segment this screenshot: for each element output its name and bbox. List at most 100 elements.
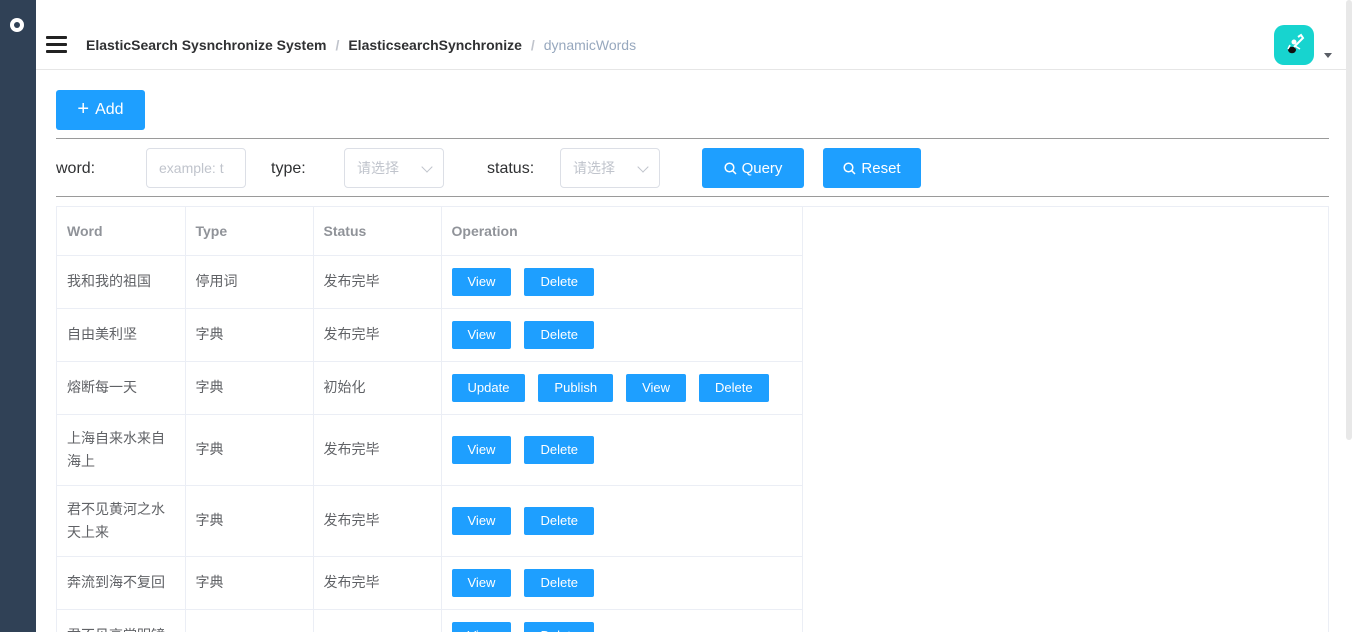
search-icon (724, 161, 737, 175)
operation-buttons: View Delete (451, 568, 792, 597)
table-row: 奔流到海不复回 字典 发布完毕 View Delete (57, 556, 803, 610)
plus-icon: + (77, 98, 90, 120)
search-icon (843, 161, 856, 175)
cell-status (313, 609, 442, 632)
cell-type: 字典 (185, 485, 314, 557)
cell-status: 初始化 (313, 361, 442, 415)
operation-buttons: View Delete (451, 621, 792, 632)
cell-word: 君不见高堂明镜 (57, 609, 186, 632)
table-row: 熔断每一天 字典 初始化 Update Publish View Delete (57, 361, 803, 415)
avatar[interactable] (1274, 25, 1314, 65)
type-label: type: (271, 160, 306, 177)
cell-operation: View Delete (441, 308, 803, 362)
table-row: 我和我的祖国 停用词 发布完毕 View Delete (57, 255, 803, 309)
view-button[interactable]: View (451, 506, 512, 535)
delete-button[interactable]: Delete (524, 506, 595, 535)
cell-word: 我和我的祖国 (57, 255, 186, 309)
cell-operation: View Delete (441, 255, 803, 309)
operation-buttons: View Delete (451, 267, 792, 296)
breadcrumb: ElasticSearch Sysnchronize System / Elas… (86, 37, 636, 53)
column-header-status: Status (313, 207, 442, 256)
operation-buttons: View Delete (451, 435, 792, 464)
cell-status: 发布完毕 (313, 308, 442, 362)
hamburger-menu-icon[interactable] (46, 36, 67, 53)
status-select[interactable]: 请选择 (560, 148, 660, 188)
delete-button[interactable]: Delete (524, 267, 595, 296)
cell-type: 字典 (185, 308, 314, 362)
update-button[interactable]: Update (451, 373, 526, 402)
breadcrumb-item-synchronize[interactable]: ElasticsearchSynchronize (348, 37, 522, 53)
breadcrumb-item-system[interactable]: ElasticSearch Sysnchronize System (86, 37, 326, 53)
table-row: 自由美利坚 字典 发布完毕 View Delete (57, 308, 803, 362)
view-button[interactable]: View (626, 373, 687, 402)
view-button[interactable]: View (451, 435, 512, 464)
cell-type: 字典 (185, 361, 314, 415)
avatar-guitar-icon (1287, 33, 1305, 54)
column-header-word: Word (57, 207, 186, 256)
cell-word: 君不见黄河之水天上来 (57, 485, 186, 557)
word-input[interactable]: example: t (146, 148, 246, 188)
caret-down-icon[interactable] (1324, 53, 1332, 58)
cell-word: 自由美利坚 (57, 308, 186, 362)
reset-button-label: Reset (861, 159, 901, 177)
table-row: 上海自来水来自海上 字典 发布完毕 View Delete (57, 414, 803, 486)
breadcrumb-separator: / (335, 37, 340, 53)
cell-operation: Update Publish View Delete (441, 361, 803, 415)
cell-operation: View Delete (441, 485, 803, 557)
cell-operation: View Delete (441, 609, 803, 632)
status-label: status: (487, 160, 535, 177)
cell-word: 熔断每一天 (57, 361, 186, 415)
add-button[interactable]: + Add (56, 90, 145, 130)
operation-buttons: View Delete (451, 320, 792, 349)
view-button[interactable]: View (451, 267, 512, 296)
cell-operation: View Delete (441, 414, 803, 486)
cell-status: 发布完毕 (313, 556, 442, 610)
cell-word: 奔流到海不复回 (57, 556, 186, 610)
words-table: Word Type Status Operation 我和我的祖国 停用词 发布完毕… (56, 206, 1329, 632)
status-select-placeholder: 请选择 (573, 160, 615, 176)
chevron-down-icon (637, 161, 649, 173)
operation-buttons: View Delete (451, 506, 792, 535)
word-label: word: (56, 160, 96, 177)
view-button[interactable]: View (451, 320, 512, 349)
breadcrumb-item-current: dynamicWords (543, 37, 637, 53)
cell-type (185, 609, 314, 632)
divider (56, 196, 1329, 197)
cell-status: 发布完毕 (313, 255, 442, 309)
sidebar (0, 0, 36, 632)
table-row: 君不见高堂明镜 View Delete (57, 609, 803, 632)
cell-status: 发布完毕 (313, 485, 442, 557)
divider (56, 138, 1329, 139)
breadcrumb-separator: / (530, 37, 535, 53)
query-button[interactable]: Query (702, 148, 804, 188)
cell-word: 上海自来水来自海上 (57, 414, 186, 486)
operation-buttons: Update Publish View Delete (451, 373, 792, 402)
delete-button[interactable]: Delete (699, 373, 769, 402)
query-button-label: Query (741, 159, 783, 177)
cell-operation: View Delete (441, 556, 803, 610)
view-button[interactable]: View (451, 621, 512, 632)
page-scrollbar[interactable] (1346, 0, 1352, 440)
chevron-down-icon (421, 161, 433, 173)
column-header-type: Type (185, 207, 314, 256)
cell-type: 停用词 (185, 255, 314, 309)
delete-button[interactable]: Delete (524, 621, 595, 632)
navbar: ElasticSearch Sysnchronize System / Elas… (36, 0, 1352, 70)
cell-type: 字典 (185, 414, 314, 486)
reset-button[interactable]: Reset (823, 148, 921, 188)
word-input-placeholder: example: t (159, 160, 224, 176)
cell-type: 字典 (185, 556, 314, 610)
type-select[interactable]: 请选择 (344, 148, 444, 188)
type-select-placeholder: 请选择 (357, 160, 399, 176)
column-header-operation: Operation (441, 207, 803, 256)
add-button-label: Add (95, 101, 124, 118)
logo-icon[interactable] (10, 18, 24, 32)
delete-button[interactable]: Delete (524, 320, 595, 349)
view-button[interactable]: View (451, 568, 512, 597)
publish-button[interactable]: Publish (538, 373, 614, 402)
table-row: 君不见黄河之水天上来 字典 发布完毕 View Delete (57, 485, 803, 557)
delete-button[interactable]: Delete (524, 568, 595, 597)
delete-button[interactable]: Delete (524, 435, 595, 464)
cell-status: 发布完毕 (313, 414, 442, 486)
table-header-row: Word Type Status Operation (57, 207, 803, 256)
